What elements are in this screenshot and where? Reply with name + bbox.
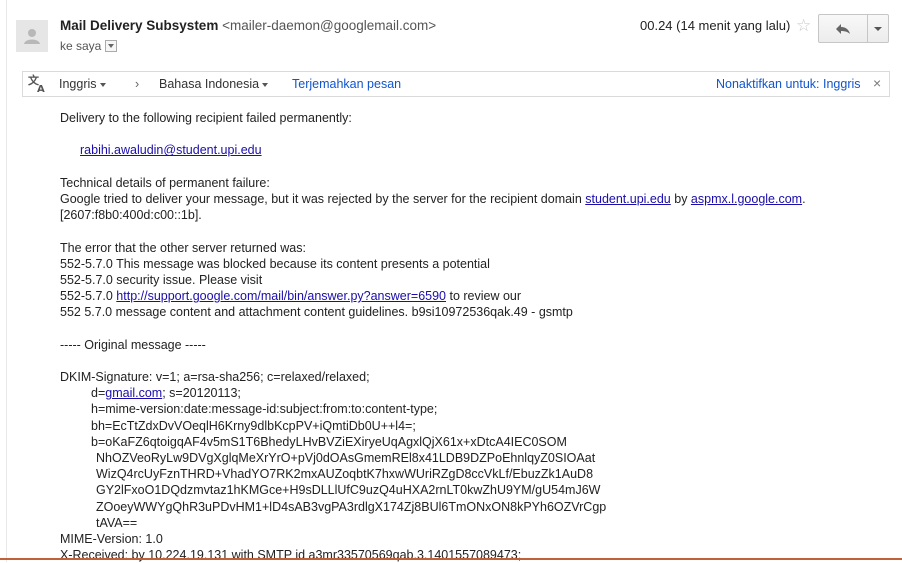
details-dropdown-icon[interactable] [105, 40, 118, 52]
source-language-select[interactable]: Inggris [59, 77, 106, 91]
reply-arrow-icon [836, 23, 850, 34]
recipient-link[interactable]: rabihi.awaludin@student.upi.edu [80, 143, 262, 157]
body-line: GY2lFxoO1DQdzmvtaz1hKMGce+H9sDLLlUfC9uzQ… [96, 483, 601, 498]
domain-link[interactable]: student.upi.edu [585, 192, 671, 206]
reply-button[interactable] [819, 15, 868, 42]
body-line: X-Received: by 10.224.19.131 with SMTP i… [60, 548, 522, 563]
gmail-link[interactable]: gmail.com [105, 386, 162, 400]
body-line: bh=EcTtZdxDvVOeqlH6Krny9dlbKcpPV+iQmtiDb… [91, 418, 416, 433]
target-language-select[interactable]: Bahasa Indonesia [159, 77, 269, 91]
mx-server-link[interactable]: aspmx.l.google.com [691, 192, 802, 206]
to-label: ke saya [60, 39, 102, 53]
person-icon [24, 29, 40, 44]
support-link[interactable]: http://support.google.com/mail/bin/answe… [116, 289, 446, 303]
close-icon[interactable]: × [873, 75, 881, 91]
body-line: d=gmail.com; s=20120113; [91, 386, 241, 401]
body-line: WizQ4rcUyFznTHRD+VhadYO7RK2mxAUZoqbtK7hx… [96, 467, 594, 482]
body-line: Delivery to the following recipient fail… [60, 111, 352, 125]
more-options-button[interactable] [868, 15, 888, 42]
svg-text:A: A [37, 84, 45, 93]
message-time: 00.24 (14 menit yang lalu) [640, 18, 791, 33]
body-line: 552-5.7.0 http://support.google.com/mail… [60, 289, 522, 304]
sender-name[interactable]: Mail Delivery Subsystem [60, 18, 218, 33]
body-line: ZOoeyWWYgQhR3uPDvHM1+lD4sAB3vgPA3rdlgX17… [96, 499, 607, 514]
reply-button-group [818, 14, 889, 43]
body-line: Google tried to deliver your message, bu… [60, 191, 806, 206]
chevron-down-icon [99, 82, 106, 87]
body-line: 552-5.7.0 This message was blocked becau… [60, 256, 490, 271]
body-line: The error that the other server returned… [60, 240, 306, 255]
body-line: tAVA== [96, 515, 138, 530]
sender-avatar [16, 20, 48, 52]
body-line: rabihi.awaludin@student.upi.edu [60, 142, 860, 158]
bottom-divider [0, 558, 902, 560]
body-line: 552-5.7.0 security issue. Please visit [60, 272, 263, 287]
sender-email: <mailer-daemon@googlemail.com> [222, 18, 437, 33]
translate-icon: 文 A [28, 73, 45, 93]
body-line: [2607:f8b0:400d:c00::1b]. [60, 208, 202, 223]
left-edge [0, 0, 7, 562]
star-icon[interactable]: ☆ [796, 16, 811, 36]
body-line: 552 5.7.0 message content and attachment… [60, 305, 573, 320]
translate-message-link[interactable]: Terjemahkan pesan [292, 77, 401, 91]
translate-bar: 文 A Inggris › Bahasa Indonesia Terjemahk… [22, 71, 890, 97]
message-body: Delivery to the following recipient fail… [60, 110, 860, 563]
chevron-down-icon [262, 82, 269, 87]
body-line: b=oKaFZ6qtoigqAF4v5mS1T6BhedyLHvBVZiEXir… [91, 434, 567, 449]
body-line: h=mime-version:date:message-id:subject:f… [91, 402, 438, 417]
arrow-separator: › [135, 77, 140, 91]
body-line: MIME-Version: 1.0 [60, 531, 163, 546]
body-line: Technical details of permanent failure: [60, 175, 270, 190]
body-line: ----- Original message ----- [60, 337, 206, 352]
body-line: DKIM-Signature: v=1; a=rsa-sha256; c=rel… [60, 370, 370, 384]
disable-translation-link[interactable]: Nonaktifkan untuk: Inggris [716, 77, 861, 91]
recipient-line: ke saya [60, 39, 118, 53]
chevron-down-icon [874, 26, 882, 31]
sender-line: Mail Delivery Subsystem <mailer-daemon@g… [60, 18, 436, 33]
body-line: NhOZVeoRyLw9DVgXglqMeXrYrO+pVj0dOAsGmemR… [96, 450, 596, 465]
